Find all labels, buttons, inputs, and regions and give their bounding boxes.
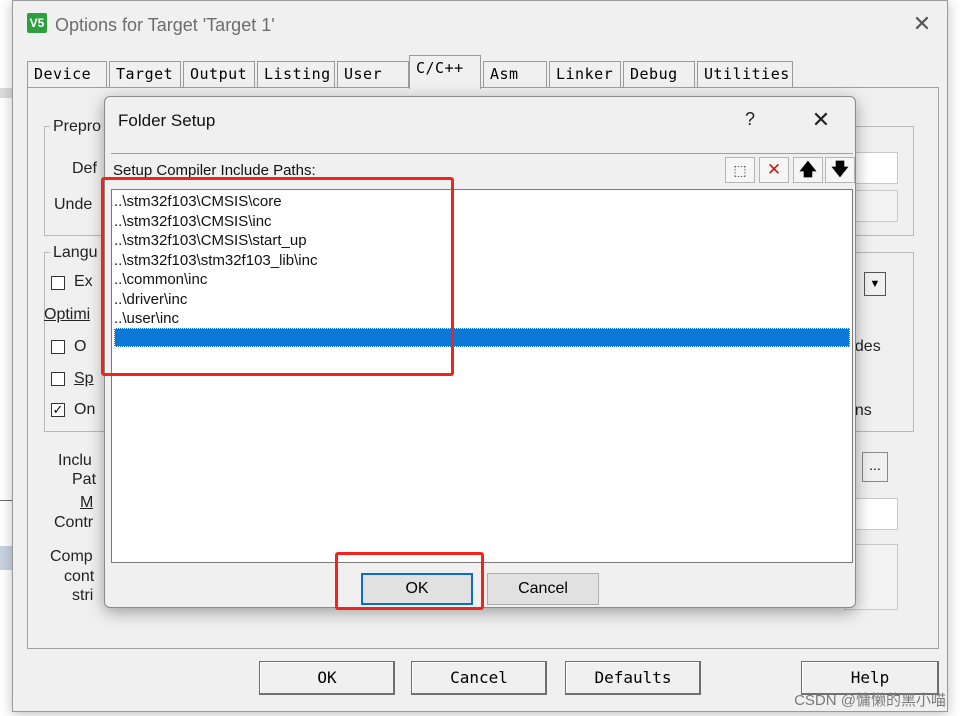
folder-setup-dialog: Folder Setup ? ✕ Setup Compiler Include … bbox=[104, 96, 856, 608]
compiler-string-label-2: cont bbox=[64, 568, 95, 585]
move-down-icon[interactable]: 🡇 bbox=[825, 157, 855, 183]
defaults-button[interactable]: Defaults bbox=[565, 661, 701, 695]
include-paths-header-label: Setup Compiler Include Paths: bbox=[113, 162, 316, 179]
misc-controls-label-2: Contr bbox=[54, 514, 94, 531]
tab-device[interactable]: Device bbox=[27, 61, 107, 87]
watermark-text: CSDN @慵懒的黑小喵 bbox=[794, 692, 946, 709]
misc-controls-label-1: M bbox=[80, 494, 94, 511]
option-label-3: On bbox=[74, 401, 96, 418]
list-item[interactable]: ..\stm32f103\CMSIS\core bbox=[114, 192, 282, 212]
chevron-down-icon[interactable]: ▼ bbox=[864, 272, 886, 296]
language-group-label: Langu bbox=[50, 244, 101, 262]
folder-cancel-button[interactable]: Cancel bbox=[487, 573, 599, 605]
options-titlebar: V5 Options for Target 'Target 1' ✕ bbox=[13, 1, 947, 49]
background-window-strip bbox=[0, 88, 12, 98]
list-item[interactable]: ..\stm32f103\stm32f103_lib\inc bbox=[114, 251, 317, 271]
undefine-label: Unde bbox=[54, 196, 93, 213]
compiler-string-label-3: stri bbox=[72, 587, 94, 604]
execute-only-label: Ex bbox=[74, 273, 93, 290]
tab-asm[interactable]: Asm bbox=[483, 61, 547, 87]
tab-target[interactable]: Target bbox=[109, 61, 181, 87]
tab-linker[interactable]: Linker bbox=[549, 61, 621, 87]
background-divider bbox=[0, 500, 12, 501]
close-icon[interactable]: ✕ bbox=[907, 9, 937, 39]
define-label: Def bbox=[72, 160, 97, 177]
execute-only-checkbox[interactable] bbox=[51, 276, 65, 290]
folder-setup-title: Folder Setup bbox=[118, 111, 216, 130]
option-label-1: O bbox=[74, 338, 87, 355]
cancel-button[interactable]: Cancel bbox=[411, 661, 547, 695]
option-label-2: Sp bbox=[74, 370, 94, 387]
list-item[interactable]: ..\driver\inc bbox=[114, 290, 187, 310]
tab-c-cpp[interactable]: C/C++ bbox=[409, 55, 481, 89]
folder-ok-button[interactable]: OK bbox=[361, 573, 473, 605]
preprocessor-group-label: Prepro bbox=[50, 118, 105, 136]
keil-app-icon: V5 bbox=[27, 13, 47, 33]
include-paths-list[interactable]: ..\stm32f103\CMSIS\core ..\stm32f103\CMS… bbox=[111, 189, 853, 563]
list-item[interactable]: ..\user\inc bbox=[114, 309, 179, 329]
include-paths-header: Setup Compiler Include Paths: ⬚ ✕ 🡅 🡇 bbox=[111, 153, 855, 183]
tab-output[interactable]: Output bbox=[183, 61, 255, 87]
close-icon[interactable]: ✕ bbox=[805, 105, 837, 135]
option-checkbox-3[interactable]: ✓ bbox=[51, 403, 65, 417]
option-checkbox-2[interactable] bbox=[51, 372, 65, 386]
move-up-icon[interactable]: 🡅 bbox=[793, 157, 823, 183]
selected-empty-row[interactable] bbox=[114, 328, 850, 347]
folder-setup-titlebar: Folder Setup ? ✕ bbox=[105, 97, 855, 145]
help-icon[interactable]: ? bbox=[745, 109, 755, 130]
tab-debug[interactable]: Debug bbox=[623, 61, 695, 87]
optimization-label: Optimi bbox=[44, 306, 91, 323]
tab-bar: Device Target Output Listing User C/C++ … bbox=[27, 55, 927, 89]
compiler-string-label-1: Comp bbox=[50, 548, 93, 565]
delete-icon[interactable]: ✕ bbox=[759, 157, 789, 183]
tab-user[interactable]: User bbox=[337, 61, 409, 87]
list-item[interactable]: ..\common\inc bbox=[114, 270, 207, 290]
background-window-strip bbox=[0, 546, 12, 570]
options-dialog-title: Options for Target 'Target 1' bbox=[55, 15, 275, 35]
tab-listing[interactable]: Listing bbox=[257, 61, 335, 87]
new-folder-icon[interactable]: ⬚ bbox=[725, 157, 755, 183]
include-paths-label-1: Inclu bbox=[58, 452, 92, 469]
list-item[interactable]: ..\stm32f103\CMSIS\start_up bbox=[114, 231, 307, 251]
ok-button[interactable]: OK bbox=[259, 661, 395, 695]
tab-utilities[interactable]: Utilities bbox=[697, 61, 793, 87]
option-checkbox-1[interactable] bbox=[51, 340, 65, 354]
list-item[interactable]: ..\stm32f103\CMSIS\inc bbox=[114, 212, 272, 232]
include-paths-browse-button[interactable]: ... bbox=[862, 452, 888, 482]
include-paths-label-2: Pat bbox=[72, 471, 97, 488]
